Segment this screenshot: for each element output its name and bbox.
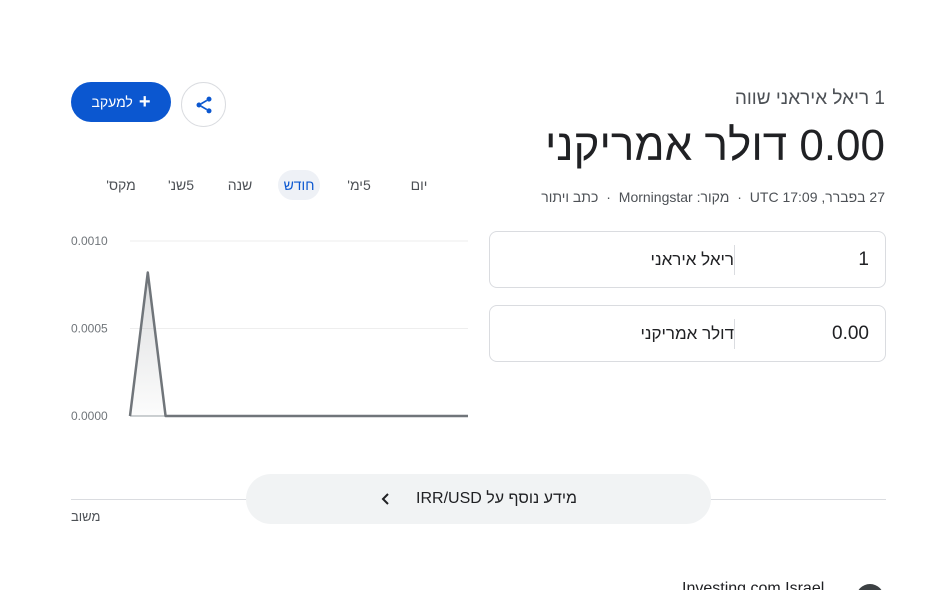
follow-label: למעקב (91, 94, 133, 110)
source-label: מקור: Morningstar (618, 189, 730, 205)
data-point (129, 415, 131, 417)
data-point (182, 415, 184, 417)
more-info-button[interactable]: מידע נוסף על IRR/USD (246, 474, 711, 524)
data-point (325, 415, 327, 417)
data-point (449, 415, 451, 417)
data-point (165, 415, 167, 417)
range-tab-month[interactable]: חודש (278, 170, 320, 200)
data-point (200, 415, 202, 417)
data-point (307, 415, 309, 417)
to-amount-input[interactable]: 0.00 (735, 306, 885, 361)
disclaimer-link[interactable]: כתב ויתור (541, 189, 598, 205)
data-point (147, 272, 149, 274)
more-info-label: מידע נוסף על IRR/USD (416, 490, 577, 507)
data-point (289, 415, 291, 417)
box-divider (734, 244, 735, 275)
meta-separator: · (606, 189, 611, 205)
data-point (431, 415, 433, 417)
from-amount-input[interactable]: 1 (735, 232, 885, 287)
data-point (467, 415, 469, 417)
share-button[interactable] (181, 82, 226, 127)
site-favicon-icon (856, 584, 884, 590)
series-area (130, 272, 468, 416)
y-tick-label: 0.0005 (71, 322, 108, 336)
range-tab-5days[interactable]: 5ימ' (339, 170, 379, 200)
conversion-meta: 27 בפברר, UTC 17:09 · מקור: Morningstar … (541, 189, 885, 205)
box-divider (734, 318, 735, 349)
from-currency-select[interactable]: ריאל איראני (490, 250, 734, 270)
y-tick-label: 0.0000 (71, 409, 108, 423)
data-point (378, 415, 380, 417)
data-point (342, 415, 344, 417)
data-point (218, 415, 220, 417)
range-tab-5years[interactable]: 5שנ' (160, 170, 202, 200)
meta-separator: · (737, 189, 742, 205)
from-currency-box: 1 ריאל איראני (489, 231, 886, 288)
data-point (360, 415, 362, 417)
follow-button[interactable]: + למעקב (71, 82, 171, 122)
next-result-title[interactable]: Investing.com Israel (682, 580, 824, 590)
conversion-result: 0.00 דולר אמריקני (544, 121, 885, 170)
series-line (128, 271, 468, 418)
to-currency-select[interactable]: דולר אמריקני (490, 324, 734, 344)
share-icon (196, 96, 211, 113)
range-tab-day[interactable]: יום (401, 170, 437, 200)
range-tab-year[interactable]: שנה (221, 170, 259, 200)
feedback-link[interactable]: משוב (71, 509, 100, 524)
data-point (271, 415, 273, 417)
y-tick-label: 0.0010 (71, 234, 108, 248)
data-point (396, 415, 398, 417)
finance-widget: 1 ריאל איראני שווה 0.00 דולר אמריקני 27 … (0, 0, 937, 590)
data-point (414, 415, 416, 417)
chevron-left-icon (381, 493, 389, 505)
to-currency-box: 0.00 דולר אמריקני (489, 305, 886, 362)
data-point (236, 415, 238, 417)
equivalence-text: 1 ריאל איראני שווה (734, 88, 885, 109)
rate-chart[interactable]: 0.0010 0.0005 0.0000 (60, 225, 480, 430)
data-point (254, 415, 256, 417)
plus-icon: + (138, 91, 151, 113)
timestamp: 27 בפברר, UTC 17:09 (749, 189, 885, 205)
range-tab-max[interactable]: מקס' (100, 170, 142, 200)
